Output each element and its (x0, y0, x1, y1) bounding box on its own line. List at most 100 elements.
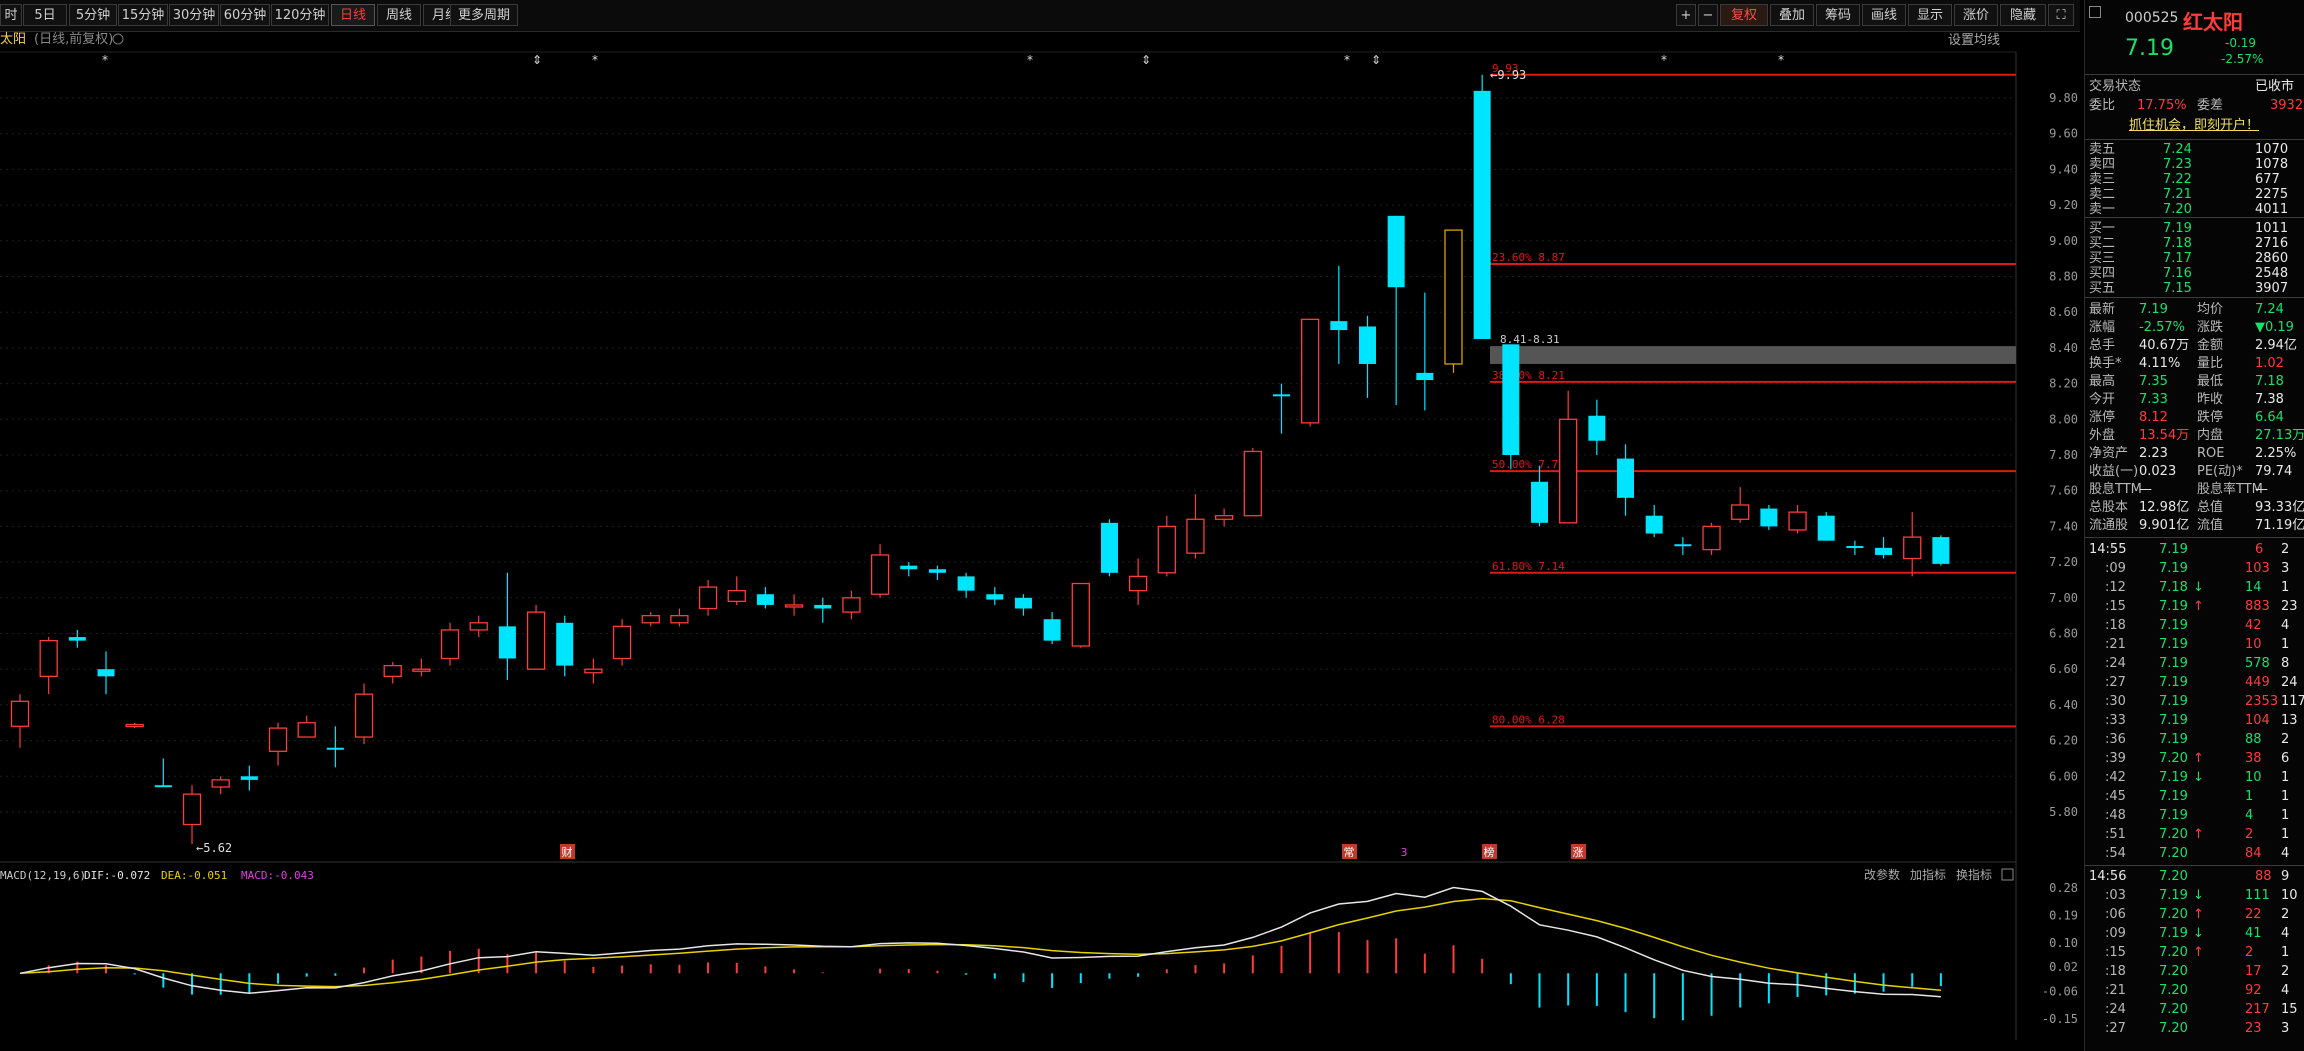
tick-count: 8 (2281, 656, 2290, 671)
y-tick-label: 7.00 (2049, 591, 2078, 605)
tick-volume: 1 (2245, 789, 2254, 804)
tick-time: :12 (2105, 580, 2126, 595)
info-row: :45 7.19 1 1 (2085, 788, 2304, 805)
open-account-ad-link[interactable]: 抓住机会，即刻开户！ (2089, 117, 2299, 135)
close-macd-icon[interactable] (2001, 868, 2014, 881)
tick-count: 1 (2281, 827, 2290, 842)
candle-body (10, 700, 30, 727)
kline-chart[interactable]: 太阳 (日线,前复权) 设置均线 9.80 9.60 9.40 9.20 9.00 8.80 8.… (0, 0, 2084, 1051)
switch-indicator-link[interactable]: 换指标 (1956, 867, 1992, 882)
quote-panel: 000525 红太阳 7.19 -0.19 -2.57% 交易状态 已收市 委比 17.75% 委… (2084, 0, 2304, 1051)
tick-volume: 103 (2245, 561, 2270, 576)
range-band (1490, 346, 2016, 364)
panel-toggle-icon[interactable] (2089, 6, 2101, 18)
candle-body (842, 597, 861, 613)
tick-direction-icon: ↓ (2193, 580, 2204, 595)
tick-price: 7.20 (2159, 907, 2188, 922)
status-value: 已收市 (2255, 79, 2295, 94)
tick-count: 9 (2281, 869, 2290, 884)
event-badge-label[interactable]: 财 (562, 845, 573, 859)
candle-body (326, 747, 344, 750)
info-marker-icon[interactable]: * (1344, 53, 1350, 67)
order-diff-label: 委差 (2197, 98, 2224, 113)
tick-price: 7.20 (2159, 983, 2188, 998)
settings-gear-icon[interactable] (112, 33, 124, 45)
y-tick-label: 6.40 (2049, 698, 2078, 712)
bid-volume: 3907 (2255, 281, 2289, 296)
tick-time: :39 (2105, 751, 2126, 766)
tick-price: 7.19 (2159, 694, 2188, 709)
stat-label: PE(动)* (2197, 464, 2243, 479)
info-marker-icon[interactable]: * (102, 53, 108, 67)
candle-body (1100, 522, 1118, 573)
tick-count: 3 (2281, 1021, 2290, 1036)
info-row: :09 7.19 103 3 (2085, 560, 2304, 577)
candle-body (68, 637, 86, 641)
tick-count: 1 (2281, 808, 2290, 823)
candle-body (1702, 525, 1721, 551)
stat-label: 总手 (2089, 338, 2116, 353)
info-marker-icon[interactable]: * (1778, 53, 1784, 67)
tick-time: :09 (2105, 561, 2126, 576)
candle-body (182, 793, 202, 826)
tick-volume: 6 (2255, 542, 2264, 557)
tick-direction-icon: ↑ (2193, 945, 2204, 960)
info-marker-icon[interactable]: ⇕ (1371, 53, 1381, 67)
tick-price: 7.20 (2159, 964, 2188, 979)
candle-body (784, 604, 804, 608)
tick-volume: 578 (2245, 656, 2270, 671)
separator (2085, 139, 2304, 140)
candle-body (440, 629, 460, 660)
tick-time: :21 (2105, 983, 2126, 998)
candle-body (870, 554, 890, 595)
stat-value: 71.19亿 (2255, 518, 2304, 533)
stat-label: ROE (2197, 446, 2225, 461)
info-marker-icon[interactable]: * (592, 53, 598, 67)
stat-value: 12.98亿 (2139, 500, 2190, 515)
tick-count: 1 (2281, 637, 2290, 652)
event-badge-label[interactable]: 榜 (1484, 845, 1495, 859)
info-marker-icon[interactable]: ⇕ (1141, 53, 1151, 67)
separator (2085, 537, 2304, 538)
event-badge-label[interactable]: 涨 (1573, 846, 1584, 859)
status-label: 交易状态 (2089, 79, 2142, 94)
candle-body (727, 590, 746, 603)
y-tick-label: 6.20 (2049, 734, 2078, 748)
info-marker-icon[interactable]: ⇕ (532, 53, 542, 67)
tick-count: 24 (2281, 675, 2298, 690)
macd-y-tick: 0.19 (2049, 908, 2078, 922)
tick-price: 7.19 (2159, 789, 2188, 804)
tick-volume: 217 (2245, 1002, 2270, 1017)
candle-body (1071, 582, 1090, 647)
candle-body (1416, 372, 1434, 381)
info-row: :06 7.20 ↑ 22 2 (2085, 906, 2304, 923)
macd-dif-line (19, 886, 1941, 998)
event-badge-label[interactable]: 3 (1401, 846, 1408, 859)
candle-body (1617, 458, 1635, 498)
price-change: -0.19 (2225, 36, 2257, 50)
candle-body (97, 669, 115, 677)
event-badge-label[interactable]: 常 (1344, 846, 1355, 859)
stat-value: ▼0.19 (2255, 320, 2294, 335)
candle-body (1043, 619, 1061, 641)
info-row: :12 7.18 ↓ 14 1 (2085, 579, 2304, 596)
candle-body (240, 776, 258, 780)
low-price-marker: ←5.62 (196, 841, 232, 855)
stat-label: 涨停 (2089, 410, 2116, 425)
candle-body (1531, 481, 1549, 523)
tick-price: 7.19 (2159, 770, 2188, 785)
tick-time: :51 (2105, 827, 2126, 842)
change-params-link[interactable]: 改参数 (1864, 867, 1900, 882)
tick-volume: 84 (2245, 846, 2262, 861)
info-marker-icon[interactable]: * (1661, 53, 1667, 67)
tick-time: :54 (2105, 846, 2126, 861)
stat-label: 内盘 (2197, 428, 2224, 443)
stat-label: 流通股 (2089, 518, 2129, 533)
tick-time: :33 (2105, 713, 2126, 728)
set-average-link[interactable]: 设置均线 (1948, 33, 2000, 48)
add-indicator-link[interactable]: 加指标 (1910, 867, 1946, 882)
stat-value: 27.13万 (2255, 428, 2304, 443)
candle-body (383, 664, 402, 677)
y-tick-label: 9.60 (2049, 127, 2078, 141)
info-marker-icon[interactable]: * (1027, 53, 1033, 67)
